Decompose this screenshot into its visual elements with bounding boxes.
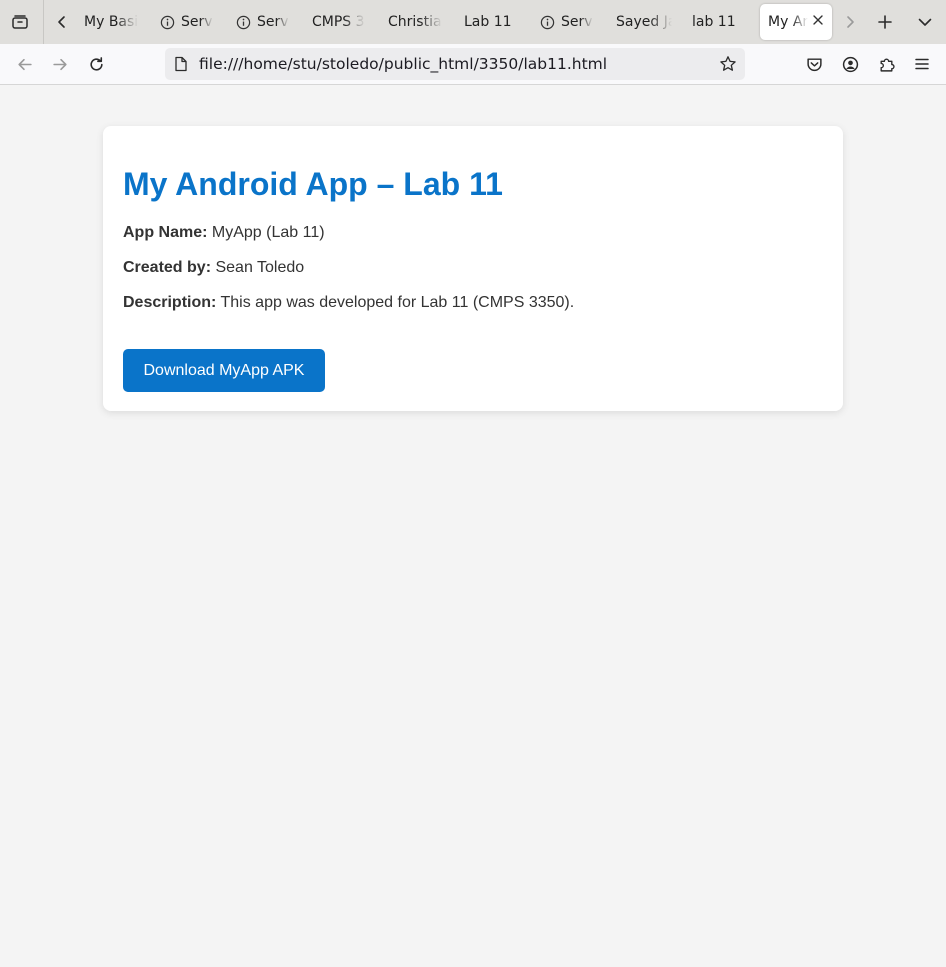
- tab-strip: My Basi Serv Serv CMPS 3 Christia Lab 11…: [0, 0, 946, 44]
- tab-7[interactable]: Serv: [540, 4, 596, 40]
- info-icon: [236, 15, 251, 30]
- reload-icon[interactable]: [86, 54, 106, 74]
- star-icon[interactable]: [718, 54, 738, 74]
- tab-8[interactable]: Sayed Ja: [616, 4, 672, 40]
- tab-label: Christia: [388, 14, 442, 30]
- tab-label: Sayed Ja: [616, 14, 672, 30]
- tab-label: My An: [768, 14, 808, 30]
- chevron-left-icon[interactable]: [52, 12, 72, 32]
- close-icon[interactable]: [812, 14, 824, 30]
- page-title: My Android App – Lab 11: [123, 166, 503, 202]
- tab-label: My Basi: [84, 14, 139, 30]
- plus-icon[interactable]: [875, 12, 895, 32]
- puzzle-icon[interactable]: [876, 54, 896, 74]
- tab-label: Serv: [561, 14, 593, 30]
- pocket-icon[interactable]: [804, 54, 824, 74]
- tab-6[interactable]: Lab 11: [464, 4, 524, 40]
- app-name-value: MyApp (Lab 11): [211, 224, 325, 241]
- hamburger-icon[interactable]: [912, 54, 932, 74]
- navigation-toolbar: file:///home/stu/stoledo/public_html/335…: [0, 44, 946, 85]
- page-icon[interactable]: [172, 55, 190, 73]
- arrow-left-icon[interactable]: [14, 54, 34, 74]
- tab-4[interactable]: CMPS 3: [312, 4, 366, 40]
- url-bar[interactable]: file:///home/stu/stoledo/public_html/335…: [165, 48, 745, 80]
- created-by-line: Created by: Sean Toledo: [123, 258, 304, 278]
- tab-label: CMPS 3: [312, 14, 365, 30]
- tab-label: Serv: [181, 14, 213, 30]
- content-card: My Android App – Lab 11 App Name: MyApp …: [103, 126, 843, 411]
- app-name-line: App Name: MyApp (Lab 11): [123, 223, 325, 243]
- tab-2[interactable]: Serv: [160, 4, 216, 40]
- tab-9[interactable]: lab 11: [692, 4, 752, 40]
- url-text: file:///home/stu/stoledo/public_html/335…: [199, 55, 608, 73]
- tab-3[interactable]: Serv: [236, 4, 292, 40]
- tab-overview-icon[interactable]: [10, 12, 30, 32]
- created-by-value: Sean Toledo: [215, 259, 305, 276]
- chevron-right-icon[interactable]: [840, 12, 860, 32]
- info-icon: [540, 15, 555, 30]
- description-value: This app was developed for Lab 11 (CMPS …: [220, 294, 575, 311]
- arrow-right-icon[interactable]: [50, 54, 70, 74]
- download-apk-button[interactable]: Download MyApp APK: [123, 349, 325, 392]
- tab-label: lab 11: [692, 14, 736, 30]
- tab-active[interactable]: My An: [760, 4, 832, 40]
- tab-1[interactable]: My Basi: [84, 4, 142, 40]
- description-label: Description:: [123, 294, 217, 311]
- app-name-label: App Name:: [123, 224, 208, 241]
- created-by-label: Created by:: [123, 259, 212, 276]
- description-line: Description: This app was developed for …: [123, 293, 574, 313]
- tab-tools: [0, 0, 44, 44]
- info-icon: [160, 15, 175, 30]
- tab-label: Lab 11: [464, 14, 512, 30]
- tab-5[interactable]: Christia: [388, 4, 444, 40]
- account-icon[interactable]: [840, 54, 860, 74]
- tab-label: Serv: [257, 14, 289, 30]
- chevron-down-icon[interactable]: [915, 12, 935, 32]
